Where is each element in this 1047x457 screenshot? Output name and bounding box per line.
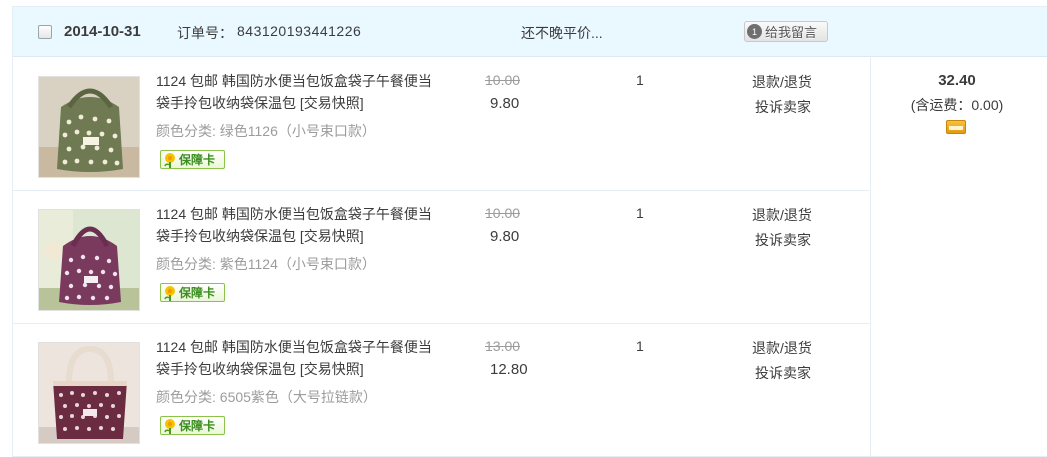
current-price: 9.80 [490, 95, 520, 112]
guarantee-card-badge[interactable]: 保障卡 [160, 283, 225, 302]
order-number: 843120193441226 [237, 23, 362, 39]
product-thumbnail[interactable] [38, 209, 140, 311]
order-item: 1124 包邮 韩国防水便当包饭盒袋子午餐便当袋手拎包收纳袋保温包 [交易快照]… [13, 58, 870, 191]
current-price: 9.80 [490, 228, 520, 245]
product-title-link[interactable]: 1124 包邮 韩国防水便当包饭盒袋子午餐便当袋手拎包收纳袋保温包 [交易快照] [156, 203, 436, 247]
order-item: 1124 包邮 韩国防水便当包饭盒袋子午餐便当袋手拎包收纳袋保温包 [交易快照]… [13, 324, 870, 457]
complain-seller-link[interactable]: 投诉卖家 [755, 230, 811, 250]
shop-name-link[interactable]: 还不晚平价... [521, 23, 603, 43]
current-price: 12.80 [490, 361, 528, 378]
message-count-icon: 1 [747, 24, 762, 39]
refund-return-link[interactable]: 退款/退货 [752, 72, 812, 92]
guarantee-card-badge[interactable]: 保障卡 [160, 150, 225, 169]
original-price: 10.00 [485, 205, 521, 221]
product-sku: 颜色分类: 6505紫色（大号拉链款） [156, 389, 377, 405]
product-thumbnail[interactable] [38, 76, 140, 178]
complain-seller-link[interactable]: 投诉卖家 [755, 363, 811, 383]
guarantee-card-label: 保障卡 [179, 153, 216, 167]
flower-badge-icon [164, 152, 175, 168]
order-total-column: 32.40 (含运费：0.00) [870, 58, 1047, 457]
flower-badge-icon [164, 418, 175, 434]
guarantee-card-label: 保障卡 [179, 419, 216, 433]
original-price: 13.00 [485, 338, 521, 354]
order-select-checkbox[interactable] [38, 25, 52, 39]
leave-message-label: 给我留言 [765, 25, 818, 40]
quantity: 1 [636, 72, 644, 88]
product-title-link[interactable]: 1124 包邮 韩国防水便当包饭盒袋子午餐便当袋手拎包收纳袋保温包 [交易快照] [156, 336, 436, 380]
quantity: 1 [636, 338, 644, 354]
original-price: 10.00 [485, 72, 521, 88]
flower-badge-icon [164, 285, 175, 301]
refund-return-link[interactable]: 退款/退货 [752, 338, 812, 358]
order-item: 1124 包邮 韩国防水便当包饭盒袋子午餐便当袋手拎包收纳袋保温包 [交易快照]… [13, 191, 870, 324]
refund-return-link[interactable]: 退款/退货 [752, 205, 812, 225]
order-card: 2014-10-31 订单号： 843120193441226 还不晚平价...… [12, 6, 1047, 457]
product-title-link[interactable]: 1124 包邮 韩国防水便当包饭盒袋子午餐便当袋手拎包收纳袋保温包 [交易快照] [156, 70, 436, 114]
guarantee-card-label: 保障卡 [179, 286, 216, 300]
leave-message-button[interactable]: 1 给我留言 [744, 21, 828, 42]
product-thumbnail[interactable] [38, 342, 140, 444]
complain-seller-link[interactable]: 投诉卖家 [755, 97, 811, 117]
product-sku: 颜色分类: 紫色1124（小号束口款） [156, 256, 376, 272]
order-shipping-fee: (含运费：0.00) [910, 97, 1004, 113]
order-header: 2014-10-31 订单号： 843120193441226 还不晚平价...… [13, 7, 1047, 57]
order-total-amount: 32.40 [938, 72, 976, 89]
guarantee-card-badge[interactable]: 保障卡 [160, 416, 225, 435]
product-sku: 颜色分类: 绿色1126（小号束口款） [156, 123, 376, 139]
quantity: 1 [636, 205, 644, 221]
payment-card-icon[interactable] [946, 120, 966, 134]
order-number-label: 订单号： [177, 25, 233, 41]
order-date: 2014-10-31 [64, 23, 141, 40]
